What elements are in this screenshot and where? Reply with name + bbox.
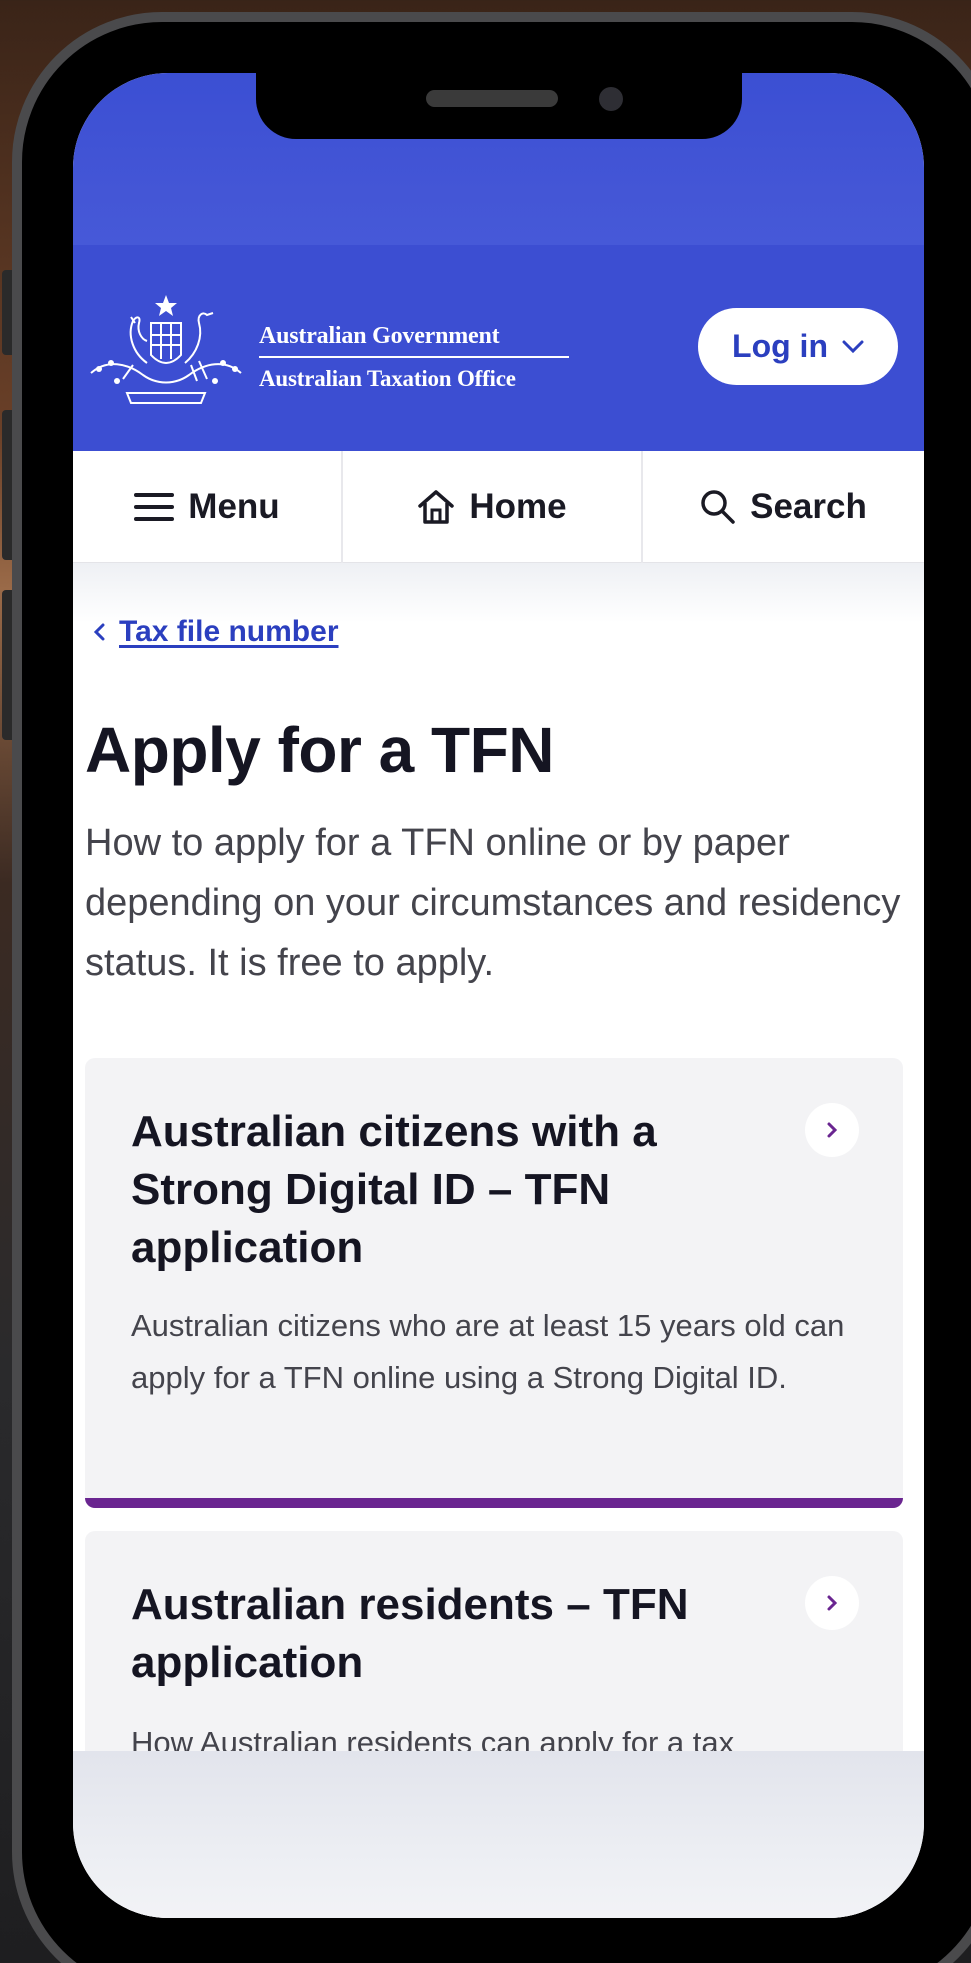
main-nav: Menu Home Search xyxy=(73,451,924,563)
breadcrumb-link[interactable]: Tax file number xyxy=(119,615,339,649)
nav-menu-label: Menu xyxy=(188,487,280,526)
card-description: Australian citizens who are at least 15 … xyxy=(131,1308,845,1395)
chevron-right-icon xyxy=(827,1122,838,1138)
breadcrumb[interactable]: Tax file number xyxy=(93,615,339,649)
notch xyxy=(256,73,742,139)
agency-name: Australian Government Australian Taxatio… xyxy=(259,323,569,392)
page-intro: How to apply for a TFN online or by pape… xyxy=(85,822,901,984)
card-arrow[interactable] xyxy=(805,1103,859,1157)
card-strong-digital-id[interactable]: Australian citizens with a Strong Digita… xyxy=(85,1058,903,1508)
nav-home-label: Home xyxy=(469,487,567,526)
phone-screen: Australian Government Australian Taxatio… xyxy=(73,73,924,1918)
card-title: Australian citizens with a Strong Digita… xyxy=(131,1107,657,1272)
chevron-down-icon xyxy=(842,340,864,353)
nav-menu[interactable]: Menu xyxy=(73,451,343,563)
chevron-right-icon xyxy=(827,1595,838,1611)
card-arrow[interactable] xyxy=(805,1576,859,1630)
coat-of-arms-logo[interactable] xyxy=(87,293,245,411)
login-label: Log in xyxy=(732,328,828,364)
nav-home[interactable]: Home xyxy=(343,451,643,563)
nav-shadow xyxy=(73,563,924,623)
nav-search-label: Search xyxy=(750,487,867,526)
card-title: Australian residents – TFN application xyxy=(131,1580,689,1687)
chevron-left-icon xyxy=(93,623,105,641)
site-header: Australian Government Australian Taxatio… xyxy=(73,245,924,451)
hamburger-menu-icon xyxy=(134,493,175,521)
front-camera xyxy=(599,87,623,111)
browser-bottom-bar xyxy=(73,1751,924,1918)
login-button[interactable]: Log in xyxy=(698,308,898,385)
agency-office-name: Australian Taxation Office xyxy=(259,366,516,391)
speaker xyxy=(426,90,558,107)
home-icon xyxy=(418,490,455,524)
government-name: Australian Government xyxy=(259,323,569,358)
search-icon xyxy=(701,490,735,524)
page-title: Apply for a TFN xyxy=(85,714,554,786)
nav-search[interactable]: Search xyxy=(643,451,924,563)
